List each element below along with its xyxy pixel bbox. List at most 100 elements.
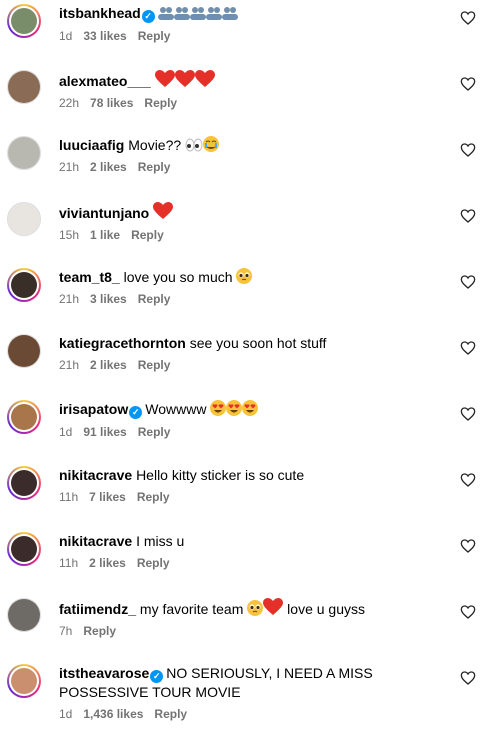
likes-count[interactable]: 2 likes [90, 160, 127, 174]
red-heart-emoji [153, 202, 174, 219]
avatar[interactable] [7, 400, 41, 434]
reply-button[interactable]: Reply [137, 490, 170, 504]
comment-meta: 21h 2 likes Reply [59, 358, 449, 372]
comment-text: see you soon hot stuff [189, 335, 327, 351]
comment-meta: 1d 91 likes Reply [59, 425, 449, 439]
red-heart-emoji [154, 70, 175, 87]
heart-outline-icon[interactable] [460, 340, 476, 356]
avatar[interactable] [7, 466, 41, 500]
comment-time[interactable]: 1d [59, 29, 72, 43]
likes-count[interactable]: 78 likes [90, 96, 133, 110]
comment-body: team_t8_ love you so much 21h 3 likes Repl… [59, 268, 449, 306]
heart-outline-icon[interactable] [460, 208, 476, 224]
heart-outline-icon[interactable] [460, 274, 476, 290]
reply-button[interactable]: Reply [137, 556, 170, 570]
likes-count[interactable]: 3 likes [90, 292, 127, 306]
comment-username[interactable]: nikitacrave [59, 467, 132, 483]
reply-button[interactable]: Reply [131, 228, 164, 242]
reply-button[interactable]: Reply [138, 292, 171, 306]
reply-button[interactable]: Reply [83, 624, 116, 638]
comment-username[interactable]: itsbankhead [59, 5, 141, 21]
avatar-ring-gap [8, 335, 40, 367]
comment-item: itsbankhead ✓ 1d 33 likes Reply [0, 4, 485, 70]
avatar-image [8, 71, 40, 103]
comment-username[interactable]: itstheavarose [59, 665, 149, 681]
reply-button[interactable]: Reply [154, 707, 187, 721]
likes-count[interactable]: 7 likes [89, 490, 126, 504]
reply-button[interactable]: Reply [138, 358, 171, 372]
comment-text: Wowwww [145, 401, 207, 417]
comment-username[interactable]: katiegracethornton [59, 335, 186, 351]
avatar[interactable] [7, 202, 41, 236]
comment-body: nikitacrave Hello kitty sticker is so cu… [59, 466, 449, 504]
avatar-ring-gap [9, 666, 39, 696]
reply-button[interactable]: Reply [138, 425, 171, 439]
heart-outline-icon[interactable] [460, 538, 476, 554]
comment-meta: 11h 2 likes Reply [59, 556, 449, 570]
avatar[interactable] [7, 4, 41, 38]
verified-badge-icon: ✓ [129, 406, 143, 419]
comment-time[interactable]: 21h [59, 160, 79, 174]
comment-username[interactable]: viviantunjano [59, 205, 149, 221]
comment-username[interactable]: fatiimendz_ [59, 601, 136, 617]
people-emoji [173, 7, 190, 20]
reply-button[interactable]: Reply [144, 96, 177, 110]
avatar-image [8, 137, 40, 169]
likes-count[interactable]: 91 likes [83, 425, 126, 439]
comment-username[interactable]: irisapatow [59, 401, 128, 417]
comment-time[interactable]: 11h [59, 490, 78, 504]
comment-body: irisapatow ✓ Wowwww 1d 91 likes Reply [59, 400, 449, 439]
avatar[interactable] [7, 532, 41, 566]
heart-outline-icon[interactable] [460, 604, 476, 620]
heart-outline-icon[interactable] [460, 76, 476, 92]
comment-username[interactable]: nikitacrave [59, 533, 132, 549]
comment-meta: 15h 1 like Reply [59, 228, 449, 242]
heart-eyes-emoji [210, 400, 227, 416]
heart-outline-icon[interactable] [460, 142, 476, 158]
avatar-image [11, 470, 37, 496]
avatar[interactable] [7, 70, 41, 104]
heart-outline-icon[interactable] [460, 670, 476, 686]
avatar-image [11, 272, 37, 298]
likes-count[interactable]: 33 likes [83, 29, 126, 43]
avatar[interactable] [7, 136, 41, 170]
comment-time[interactable]: 21h [59, 292, 79, 306]
comment-time[interactable]: 1d [59, 425, 72, 439]
likes-count[interactable]: 1,436 likes [83, 707, 143, 721]
avatar[interactable] [7, 268, 41, 302]
likes-count[interactable]: 2 likes [89, 556, 126, 570]
comment-body: itsbankhead ✓ 1d 33 likes Reply [59, 4, 449, 43]
comment-time[interactable]: 22h [59, 96, 79, 110]
reply-button[interactable]: Reply [138, 29, 171, 43]
comment-body: fatiimendz_ my favorite team love u guys… [59, 598, 449, 638]
pleading-face-emoji [236, 268, 253, 284]
comment-time[interactable]: 21h [59, 358, 79, 372]
comment-username[interactable]: alexmateo___ [59, 73, 151, 89]
avatar[interactable] [7, 598, 41, 632]
avatar[interactable] [7, 334, 41, 368]
comment-time[interactable]: 1d [59, 707, 72, 721]
heart-outline-icon[interactable] [460, 406, 476, 422]
comment-text-after: love u guyss [287, 601, 365, 617]
avatar-image [11, 536, 37, 562]
likes-count[interactable]: 2 likes [90, 358, 127, 372]
comment-item: alexmateo___ 22h 78 likes Reply [0, 70, 485, 136]
comment-text: Hello kitty sticker is so cute [136, 467, 305, 483]
heart-outline-icon[interactable] [460, 472, 476, 488]
comment-item: irisapatow ✓ Wowwww 1d 91 likes Reply [0, 400, 485, 466]
comment-time[interactable]: 11h [59, 556, 78, 570]
avatar[interactable] [7, 664, 41, 698]
comment-time[interactable]: 7h [59, 624, 72, 638]
comment-body: alexmateo___ 22h 78 likes Reply [59, 70, 449, 110]
reply-button[interactable]: Reply [138, 160, 171, 174]
comment-username[interactable]: team_t8_ [59, 269, 120, 285]
comment-text-line2: POSSESSIVE TOUR MOVIE [59, 684, 241, 700]
comment-username[interactable]: luuciaafig [59, 137, 124, 153]
heart-outline-icon[interactable] [460, 10, 476, 26]
comment-time[interactable]: 15h [59, 228, 79, 242]
comment-meta: 1d 1,436 likes Reply [59, 707, 449, 721]
avatar-ring-gap [9, 270, 39, 300]
likes-count[interactable]: 1 like [90, 228, 120, 242]
verified-badge-icon: ✓ [141, 10, 155, 23]
avatar-ring-gap [8, 71, 40, 103]
